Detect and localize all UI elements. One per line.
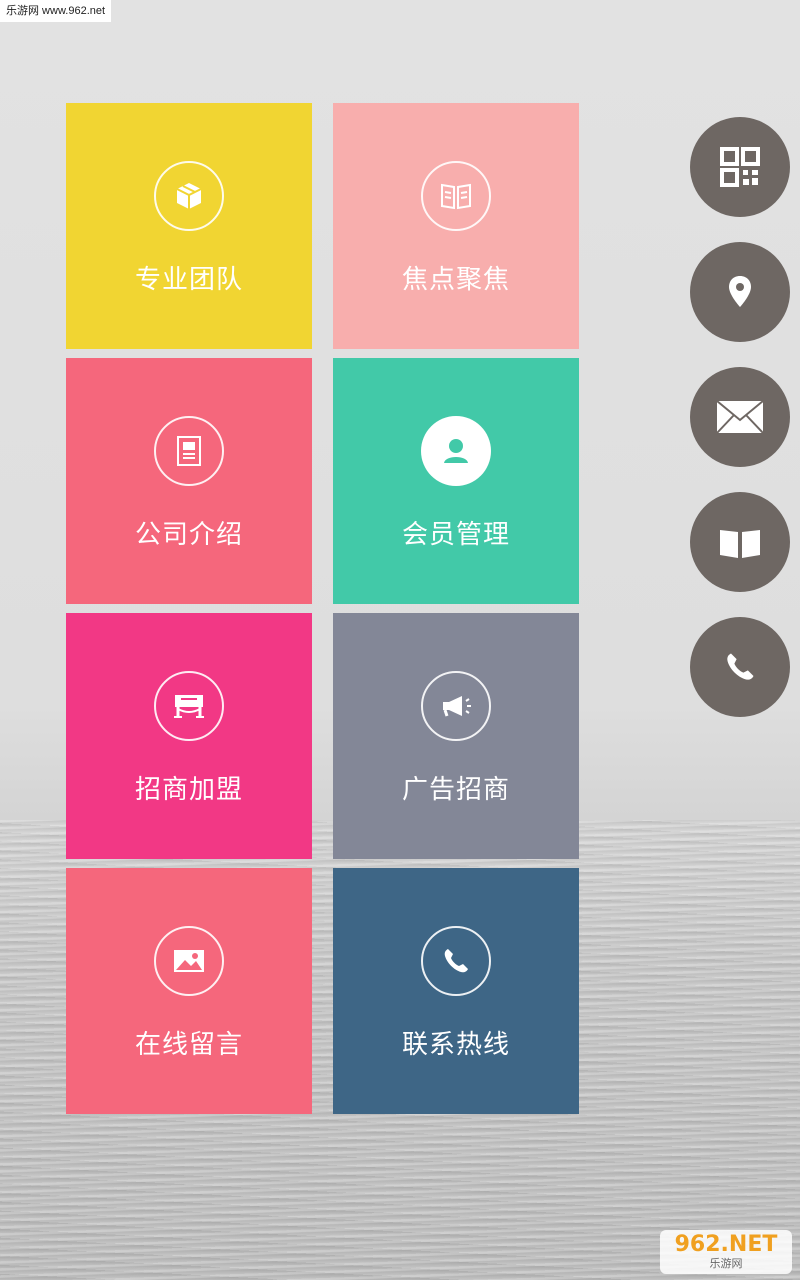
tile-online-message[interactable]: 在线留言 [66,868,312,1114]
tile-label: 会员管理 [401,520,510,550]
phone-button[interactable] [690,617,790,717]
megaphone-icon [421,671,491,741]
document-icon [154,416,224,486]
tile-label: 专业团队 [134,265,243,295]
book-icon [421,161,491,231]
tile-franchise[interactable]: 招商加盟 [66,613,312,859]
phone-icon [421,926,491,996]
tile-label: 在线留言 [134,1030,243,1060]
site-logo-watermark: 962.NET 乐游网 [660,1230,792,1274]
location-pin-icon [729,276,751,307]
tile-member-management[interactable]: 会员管理 [333,358,579,604]
tile-label: 公司介绍 [134,520,243,550]
qr-code-button[interactable] [690,117,790,217]
logo-text: 962.NET [674,1232,778,1257]
location-button[interactable] [690,242,790,342]
box-icon [154,161,224,231]
user-icon [421,416,491,486]
qr-code-icon [720,147,760,187]
tile-company-intro[interactable]: 公司介绍 [66,358,312,604]
tile-hotline[interactable]: 联系热线 [333,868,579,1114]
tile-label: 广告招商 [401,775,510,805]
site-watermark: 乐游网 www.962.net [0,0,112,22]
menu-grid: 专业团队 焦点聚焦 公司介绍 会员管理 招商加盟 广告招商 在线留言 联系热线 [66,103,579,1114]
book-button[interactable] [690,492,790,592]
tile-team[interactable]: 专业团队 [66,103,312,349]
tile-label: 招商加盟 [134,775,243,805]
tile-focus[interactable]: 焦点聚焦 [333,103,579,349]
phone-icon [727,653,754,680]
side-toolbar [690,117,790,742]
storefront-icon [154,671,224,741]
tile-label: 焦点聚焦 [401,265,510,295]
tile-advertising[interactable]: 广告招商 [333,613,579,859]
mail-icon [716,400,764,434]
image-icon [154,926,224,996]
book-icon [720,530,760,558]
logo-subtext: 乐游网 [709,1257,743,1270]
tile-label: 联系热线 [401,1030,510,1060]
mail-button[interactable] [690,367,790,467]
